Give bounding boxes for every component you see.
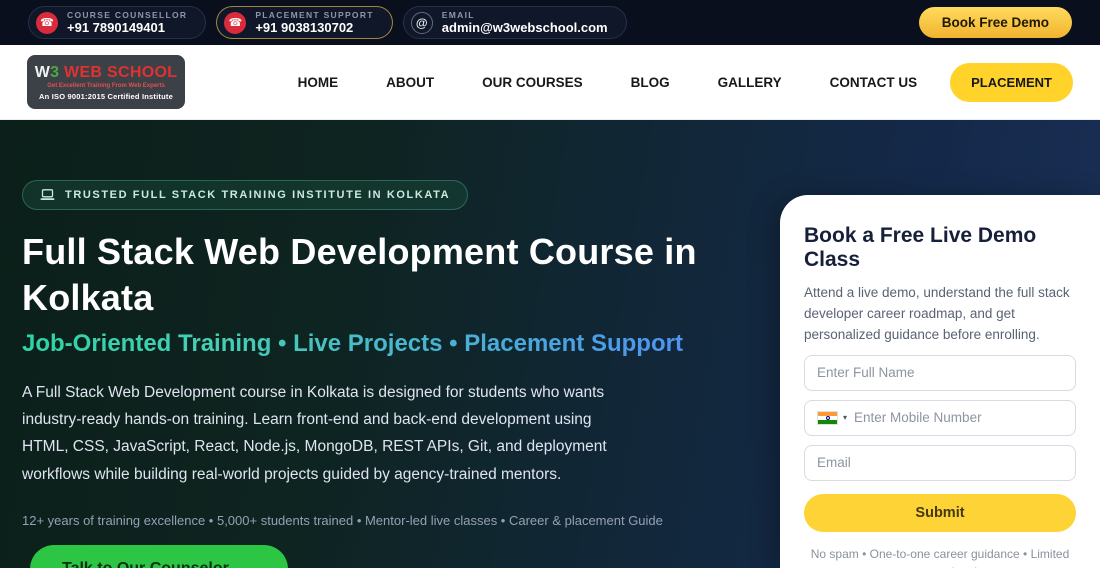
talk-to-counselor-label: Talk to Our Counselor xyxy=(62,560,229,568)
logo-w: W xyxy=(34,64,51,82)
logo-iso-line: An ISO 9001:2015 Certified Institute xyxy=(39,91,173,101)
page-title: Full Stack Web Development Course in Kol… xyxy=(22,231,697,319)
contact-pills: ☎ COURSE COUNSELLOR +91 7890149401 ☎ PLA… xyxy=(28,6,627,39)
india-flag-icon[interactable] xyxy=(817,410,838,425)
hero-description: A Full Stack Web Development course in K… xyxy=(22,384,607,483)
contact-text: EMAIL admin@w3webschool.com xyxy=(442,10,608,36)
hero-content: TRUSTED FULL STACK TRAINING INSTITUTE IN… xyxy=(22,180,767,568)
nav-item-blog[interactable]: BLOG xyxy=(607,65,694,100)
hero-subtitle: Job-Oriented Training • Live Projects • … xyxy=(22,330,767,358)
book-free-demo-button[interactable]: Book Free Demo xyxy=(918,7,1072,38)
arrow-right-icon: → xyxy=(240,560,256,568)
contact-text: PLACEMENT SUPPORT +91 9038130702 xyxy=(255,10,373,36)
contact-course-counsellor[interactable]: ☎ COURSE COUNSELLOR +91 7890149401 xyxy=(28,6,207,39)
demo-booking-form-card: Book a Free Live Demo Class Attend a liv… xyxy=(780,195,1100,568)
logo-brand: W3 WEB SCHOOL xyxy=(35,63,178,82)
phone-icon: ☎ xyxy=(224,11,247,34)
mobile-number-input[interactable] xyxy=(854,410,1067,426)
nav-menu: HOME ABOUT OUR COURSES BLOG GALLERY CONT… xyxy=(274,62,1073,102)
nav-item-placement[interactable]: PLACEMENT xyxy=(950,62,1073,102)
contact-email[interactable]: @ EMAIL admin@w3webschool.com xyxy=(402,6,627,39)
contact-text: COURSE COUNSELLOR +91 7890149401 xyxy=(67,10,187,36)
trusted-badge: TRUSTED FULL STACK TRAINING INSTITUTE IN… xyxy=(22,180,469,210)
nav-item-about[interactable]: ABOUT xyxy=(362,65,458,100)
phone-icon: ☎ xyxy=(36,11,58,34)
contact-label: COURSE COUNSELLOR xyxy=(67,9,188,20)
top-contact-bar: ☎ COURSE COUNSELLOR +91 7890149401 ☎ PLA… xyxy=(0,0,1100,45)
contact-label: PLACEMENT SUPPORT xyxy=(255,9,374,20)
form-footnote: No spam • One-to-one career guidance • L… xyxy=(810,546,1070,568)
contact-placement-support[interactable]: ☎ PLACEMENT SUPPORT +91 9038130702 xyxy=(216,6,393,39)
form-title: Book a Free Live Demo Class xyxy=(804,224,1037,271)
email-input[interactable] xyxy=(804,444,1076,481)
hero-stats: 12+ years of training excellence • 5,000… xyxy=(22,512,663,528)
contact-value: +91 7890149401 xyxy=(67,19,165,35)
form-description: Attend a live demo, understand the full … xyxy=(804,285,1070,342)
logo[interactable]: W3 WEB SCHOOL Get Excellent Training Fro… xyxy=(27,55,185,109)
submit-button[interactable]: Submit xyxy=(804,493,1076,532)
nav-item-home[interactable]: HOME xyxy=(274,65,363,100)
talk-to-counselor-button[interactable]: Talk to Our Counselor → xyxy=(30,544,288,568)
logo-3: 3 xyxy=(50,64,60,82)
logo-tagline: Get Excellent Training From Web Experts xyxy=(47,82,165,89)
trusted-badge-text: TRUSTED FULL STACK TRAINING INSTITUTE IN… xyxy=(65,189,451,201)
chevron-down-icon[interactable]: ▾ xyxy=(843,413,847,422)
nav-item-gallery[interactable]: GALLERY xyxy=(694,65,806,100)
contact-value: +91 9038130702 xyxy=(255,19,354,35)
laptop-icon xyxy=(40,189,55,200)
contact-value: admin@w3webschool.com xyxy=(441,19,608,35)
nav-item-our-courses[interactable]: OUR COURSES xyxy=(458,65,607,100)
full-name-input[interactable] xyxy=(804,354,1076,391)
nav-item-contact-us[interactable]: CONTACT US xyxy=(806,65,942,100)
main-navbar: W3 WEB SCHOOL Get Excellent Training Fro… xyxy=(0,45,1100,120)
logo-rest: WEB SCHOOL xyxy=(59,64,178,82)
contact-label: EMAIL xyxy=(441,9,475,20)
at-icon: @ xyxy=(410,11,433,34)
mobile-number-field: ▾ xyxy=(804,399,1076,436)
hero-section: TRUSTED FULL STACK TRAINING INSTITUTE IN… xyxy=(0,120,1100,568)
